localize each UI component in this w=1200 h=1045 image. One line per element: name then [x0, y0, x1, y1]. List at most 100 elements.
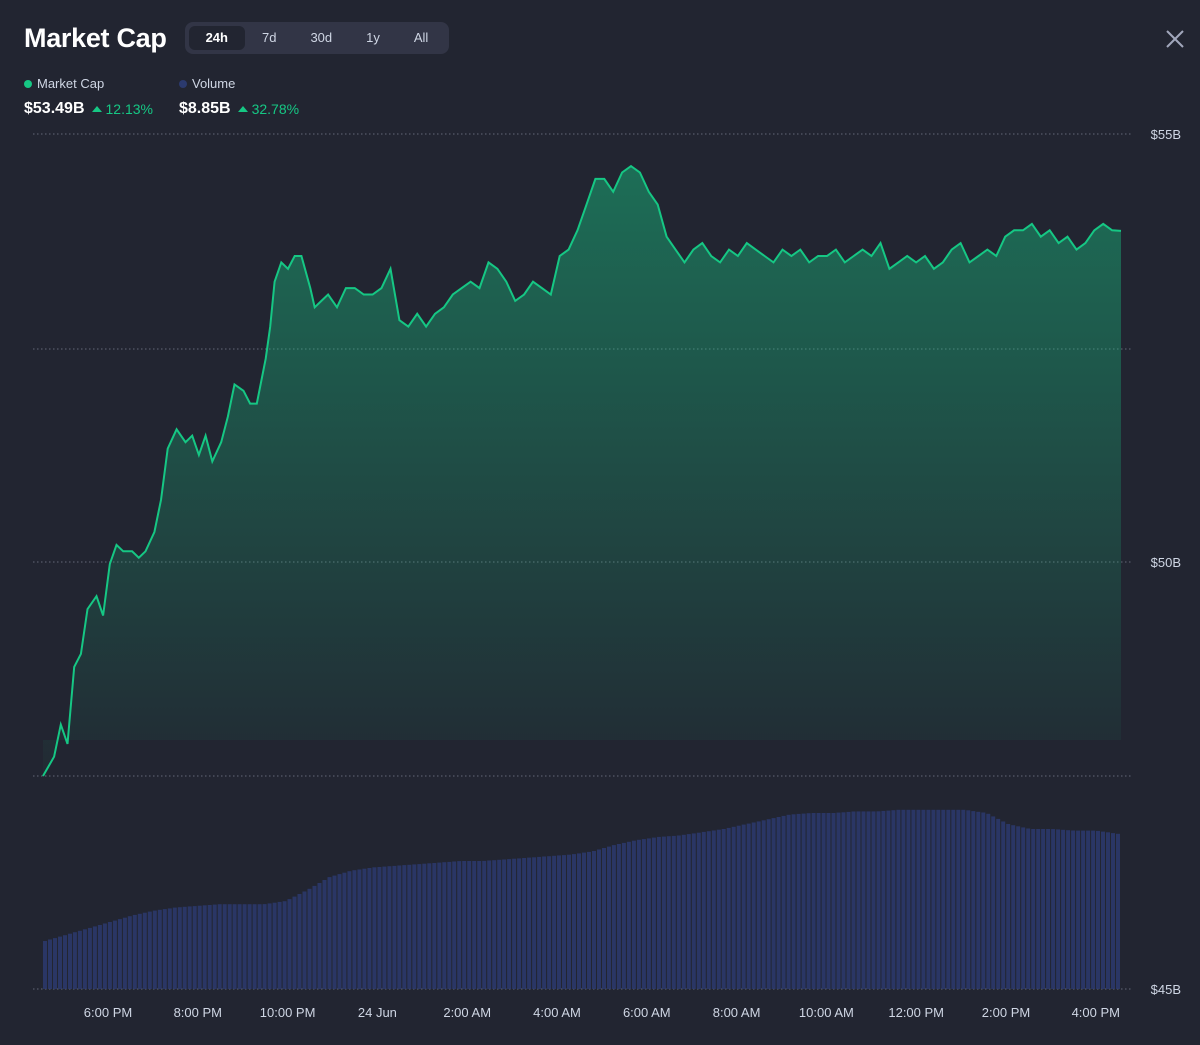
volume-bar [861, 811, 866, 989]
volume-bar [277, 901, 282, 989]
volume-bar [781, 815, 786, 989]
volume-bar [222, 904, 227, 989]
x-tick-label: 6:00 AM [623, 1005, 671, 1020]
volume-bar [402, 865, 407, 989]
volume-bar [232, 904, 237, 989]
volume-bar [1021, 827, 1026, 989]
volume-bar [252, 904, 257, 989]
volume-bar [427, 863, 432, 989]
volume-bar [676, 835, 681, 989]
volume-bar [382, 866, 387, 989]
volume-bar [1091, 830, 1096, 989]
volume-bar [422, 863, 427, 989]
volume-bar [711, 830, 716, 989]
volume-bar [961, 809, 966, 989]
volume-bar [58, 936, 62, 989]
volume-bar [192, 906, 197, 989]
volume-bar [477, 861, 482, 989]
volume-bar [177, 907, 182, 989]
volume-bar [497, 859, 502, 989]
volume-bar [312, 885, 317, 989]
volume-bar [447, 861, 452, 989]
x-axis-labels: 6:00 PM 8:00 PM 10:00 PM 24 Jun 2:00 AM 4:00 … [84, 1005, 1120, 1020]
volume-bar [976, 811, 981, 989]
volume-bar [607, 846, 611, 989]
volume-bar [816, 813, 821, 989]
volume-bar [132, 914, 137, 989]
volume-bar [122, 917, 127, 989]
volume-bar [1056, 829, 1061, 989]
volume-bar [307, 888, 312, 989]
volume-bar [247, 904, 252, 989]
volume-bar [397, 865, 402, 989]
volume-bar [731, 826, 736, 989]
volume-bar [686, 834, 691, 989]
volume-bar [856, 811, 861, 989]
x-tick-label: 8:00 AM [713, 1005, 761, 1020]
volume-bar [701, 831, 706, 989]
volume-bar [736, 825, 741, 989]
volume-bar [562, 855, 566, 989]
volume-bar [646, 838, 651, 989]
y-tick-label: $45B [1151, 982, 1181, 997]
volume-bar [107, 922, 112, 989]
volume-bar [517, 858, 522, 989]
volume-bar [337, 874, 342, 989]
volume-bar [577, 853, 581, 989]
market-cap-chart[interactable]: $55B $50B $45B 6:00 PM 8:00 PM 10:00 PM 24 Ju… [0, 0, 1200, 1045]
volume-bar [182, 906, 187, 989]
volume-bar [881, 810, 886, 989]
volume-bar [392, 865, 397, 989]
volume-bar [452, 861, 457, 989]
volume-bar [841, 812, 846, 989]
volume-bar [721, 829, 726, 989]
volume-bar [626, 841, 631, 989]
volume-bar [142, 912, 147, 989]
volume-bar [631, 840, 636, 989]
x-tick-label: 4:00 AM [533, 1005, 581, 1020]
volume-bar [866, 811, 871, 989]
volume-bar [756, 821, 761, 989]
volume-bar [621, 842, 626, 989]
volume-bar [696, 832, 701, 989]
volume-bar [43, 941, 47, 989]
volume-bar [527, 857, 532, 989]
volume-bar [761, 820, 766, 989]
volume-bar [916, 809, 921, 989]
volume-bar [492, 860, 497, 989]
volume-bar [926, 809, 931, 989]
volume-bar [207, 905, 212, 989]
volume-bar [197, 905, 202, 989]
volume-bar [751, 822, 756, 989]
volume-bar [257, 904, 262, 989]
volume-bar [512, 858, 517, 989]
volume-bar [407, 864, 412, 989]
volume-bar [946, 809, 951, 989]
volume-bar [996, 818, 1001, 989]
volume-bar [597, 849, 601, 989]
volume-bar [1066, 830, 1071, 989]
volume-bar [971, 811, 976, 989]
volume-bar [237, 904, 242, 989]
volume-bar [68, 933, 72, 989]
volume-bar [671, 835, 676, 989]
volume-bar [92, 926, 97, 989]
volume-bar [886, 810, 891, 989]
volume-bar [906, 809, 911, 989]
x-tick-label: 8:00 PM [174, 1005, 222, 1020]
volume-bar [966, 810, 971, 989]
volume-bar [1006, 824, 1011, 989]
volume-bar [342, 872, 347, 989]
volume-bar [217, 904, 222, 989]
volume-bar [432, 863, 437, 989]
volume-bar [287, 899, 292, 989]
volume-bar [716, 829, 721, 989]
volume-bar [741, 824, 746, 989]
volume-bar [691, 833, 696, 989]
volume-bar [1086, 830, 1091, 989]
volume-bar [1081, 830, 1086, 989]
volume-bar [117, 919, 122, 989]
volume-bar [302, 891, 307, 989]
volume-bar [297, 894, 302, 989]
volume-bar [771, 818, 776, 989]
